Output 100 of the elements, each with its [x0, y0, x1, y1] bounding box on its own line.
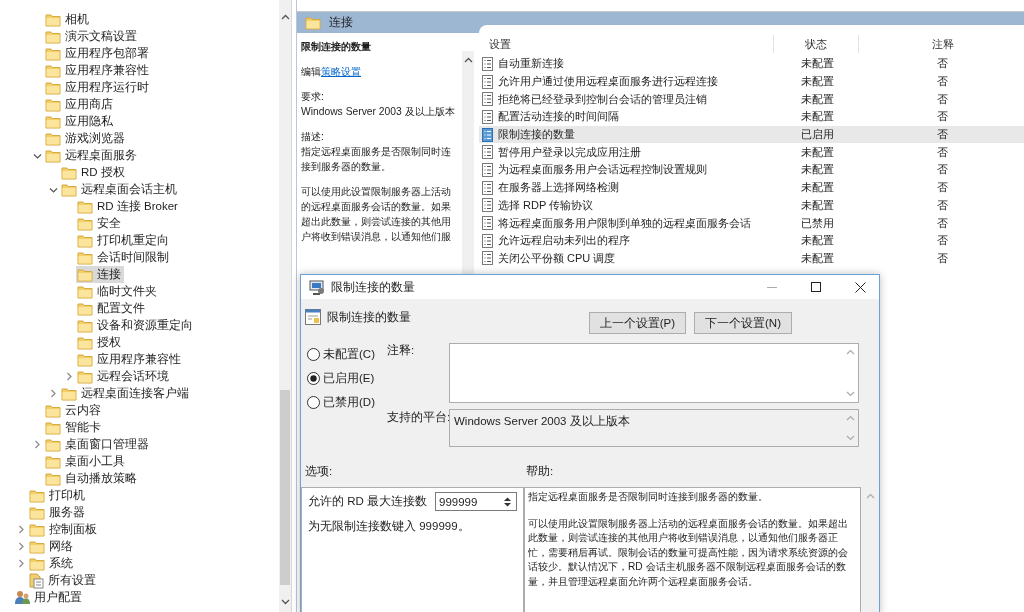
list-row[interactable]: 配置活动连接的时间间隔 未配置 否	[479, 108, 1024, 126]
tree-item[interactable]: 系统	[28, 555, 76, 572]
tree-item[interactable]: 设备和资源重定向	[76, 317, 196, 334]
max-connections-field[interactable]: 999999	[435, 492, 517, 511]
tree-item[interactable]: 授权	[76, 334, 124, 351]
tree-item[interactable]: 所有设置	[28, 572, 99, 589]
tree-item[interactable]: 用户配置	[14, 589, 85, 606]
status-cell: 已禁用	[800, 216, 834, 229]
list-row[interactable]: 暂停用户登录以完成应用注册 未配置 否	[479, 143, 1024, 162]
requirements-label: 要求:	[301, 90, 325, 104]
status-cell: 未配置	[800, 198, 834, 211]
platform-label: 支持的平台:	[387, 410, 449, 425]
max-connections-hint: 为无限制连接数键入 999999。	[308, 519, 471, 534]
setting-name: 允许远程启动未列出的程序	[498, 233, 630, 249]
radio-option[interactable]: 未配置(C)	[307, 347, 387, 362]
column-header[interactable]: 状态	[774, 35, 859, 53]
setting-name: 限制连接的数量	[498, 127, 575, 143]
help-text: 指定远程桌面服务是否限制同时连接到服务器的数量。	[528, 490, 769, 504]
setting-name: 关闭公平份额 CPU 调度	[498, 250, 616, 266]
list-row[interactable]: 为远程桌面服务用户会话远程控制设置规则 未配置 否	[479, 161, 1024, 179]
max-connections-label: 允许的 RD 最大连接数	[308, 494, 427, 509]
navigation-button[interactable]: 上一个设置(P)	[588, 312, 687, 334]
setting-name: 为远程桌面服务用户会话远程控制设置规则	[498, 162, 707, 178]
comment-cell: 否	[937, 251, 948, 264]
list-row[interactable]: 自动重新连接 未配置 否	[479, 55, 1024, 73]
radio-option[interactable]: 已启用(E)	[307, 371, 387, 386]
dialog-heading: 限制连接的数量	[327, 310, 411, 325]
tree-item[interactable]: 应用隐私	[44, 113, 116, 130]
platform-text: Windows Server 2003 及以上版本	[454, 415, 630, 427]
column-header[interactable]: 注释	[859, 35, 1024, 53]
list-row[interactable]: 允许用户通过使用远程桌面服务进行远程连接 未配置 否	[479, 72, 1024, 91]
tree-item[interactable]: 桌面窗口管理器	[44, 436, 152, 453]
comment-cell: 否	[937, 92, 948, 105]
list-row[interactable]: 允许远程启动未列出的程序 未配置 否	[479, 231, 1024, 250]
tree-item[interactable]: 应用程序包部署	[44, 45, 152, 62]
tree-item[interactable]: 游戏浏览器	[44, 130, 128, 147]
tree-item[interactable]: 会话时间限制	[76, 249, 172, 266]
setting-name: 暂停用户登录以完成应用注册	[498, 144, 641, 160]
status-cell: 未配置	[800, 181, 834, 194]
setting-name: 配置活动连接的时间间隔	[498, 109, 619, 125]
list-row[interactable]: 将远程桌面服务用户限制到单独的远程桌面服务会话 已禁用 否	[479, 214, 1024, 232]
comment-cell: 否	[937, 234, 948, 247]
list-row[interactable]: 在服务器上选择网络检测 未配置 否	[479, 178, 1024, 197]
comment-cell: 否	[937, 181, 948, 194]
tree-item[interactable]: RD 授权	[60, 164, 128, 181]
tree-item[interactable]: 远程桌面会话主机	[60, 181, 180, 198]
status-cell: 未配置	[800, 163, 834, 176]
setting-name: 将远程桌面服务用户限制到单独的远程桌面服务会话	[498, 215, 751, 231]
tree-item[interactable]: 远程桌面连接客户端	[60, 385, 192, 402]
options-label: 选项:	[304, 464, 334, 479]
tree-item[interactable]: 配置文件	[76, 300, 148, 317]
setting-name: 自动重新连接	[498, 56, 564, 72]
column-header[interactable]: 设置	[479, 35, 774, 53]
help-text: 可以使用此设置限制服务器上活动的远程桌面服务会话的数量。如果超出此数量，则尝试连接的其他用户将收到错误消息，以通知他们服务器正忙，需要稍后再试。限制会话的数量可提高性能，因为请求系统资源的会话较少。默认情况下，RD 会话主机服务器不限制远程桌面服务会话的数量，并且管理远程桌面允许两个远程桌面服务会话。	[528, 516, 849, 589]
tree-item[interactable]: 控制面板	[28, 521, 100, 538]
tree-item[interactable]: 智能卡	[44, 419, 104, 436]
tree-item[interactable]: 应用商店	[44, 96, 116, 113]
edit-label: 编辑	[301, 66, 321, 77]
policy-settings-link[interactable]: 策略设置	[321, 66, 361, 77]
comment-cell: 否	[937, 57, 948, 70]
tree-item[interactable]: RD 连接 Broker	[76, 198, 181, 215]
list-row[interactable]: 拒绝将已经登录到控制台会话的管理员注销 未配置 否	[479, 90, 1024, 109]
status-cell: 未配置	[800, 92, 834, 105]
tree-item[interactable]: 临时文件夹	[76, 283, 160, 300]
tree-item[interactable]: 演示文稿设置	[44, 28, 140, 45]
tree-item[interactable]: 应用程序兼容性	[44, 62, 152, 79]
setting-name: 在服务器上选择网络检测	[498, 180, 619, 196]
tree-item[interactable]: 远程桌面服务	[44, 147, 140, 164]
policy-title: 限制连接的数量	[301, 40, 372, 54]
status-cell: 未配置	[800, 110, 834, 123]
comment-cell: 否	[937, 110, 948, 123]
tree-item[interactable]: 桌面小工具	[44, 453, 128, 470]
list-row[interactable]: 关闭公平份额 CPU 调度 未配置 否	[479, 249, 1024, 268]
tree-item[interactable]: 安全	[76, 215, 124, 232]
requirements-text: Windows Server 2003 及以上版本	[301, 105, 456, 119]
comment-cell: 否	[937, 128, 948, 141]
list-row[interactable]: 选择 RDP 传输协议 未配置 否	[479, 196, 1024, 215]
navigation-button[interactable]: 下一个设置(N)	[694, 312, 792, 334]
tree-item[interactable]: 相机	[44, 11, 92, 28]
status-cell: 未配置	[800, 57, 834, 70]
comment-cell: 否	[937, 75, 948, 88]
setting-name: 拒绝将已经登录到控制台会话的管理员注销	[498, 91, 707, 107]
tree-item[interactable]: 服务器	[28, 504, 88, 521]
tree-item[interactable]: 打印机	[28, 487, 88, 504]
status-cell: 已启用	[800, 128, 834, 141]
tree-item[interactable]: 云内容	[44, 402, 104, 419]
tree-item[interactable]: 自动播放策略	[44, 470, 140, 487]
tree-item[interactable]: 应用程序运行时	[44, 79, 152, 96]
status-cell: 未配置	[800, 234, 834, 247]
description-label: 描述:	[301, 130, 325, 144]
tree-item[interactable]: 应用程序兼容性	[76, 351, 184, 368]
tree-item[interactable]: 远程会话环境	[76, 368, 172, 385]
tree-item[interactable]: 网络	[28, 538, 76, 555]
tree-item[interactable]: 打印机重定向	[76, 232, 172, 249]
radio-option[interactable]: 已禁用(D)	[307, 395, 387, 410]
tree-item[interactable]: 连接	[76, 266, 124, 283]
dialog-title: 限制连接的数量	[331, 279, 415, 295]
comment-label: 注释:	[387, 343, 416, 358]
status-cell: 未配置	[800, 75, 834, 88]
list-row[interactable]: 限制连接的数量 已启用 否	[479, 125, 1024, 144]
